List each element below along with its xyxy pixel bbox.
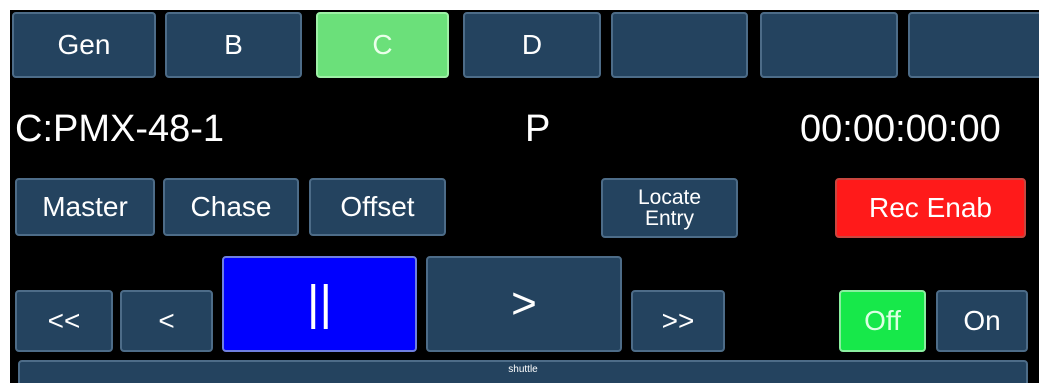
shuttle-slider[interactable]: shuttle: [18, 360, 1028, 383]
master-button[interactable]: Master: [15, 178, 155, 236]
timecode-display: 00:00:00:00: [800, 108, 1001, 150]
tab-gen[interactable]: Gen: [12, 12, 156, 78]
mode-indicator: P: [525, 108, 551, 150]
chase-button[interactable]: Chase: [163, 178, 299, 236]
on-toggle-button[interactable]: On: [936, 290, 1028, 352]
off-toggle-button[interactable]: Off: [839, 290, 926, 352]
fast-rewind-button[interactable]: <<: [15, 290, 113, 352]
tab-empty-7[interactable]: [908, 12, 1039, 78]
tab-d[interactable]: D: [463, 12, 601, 78]
locate-entry-button[interactable]: Locate Entry: [601, 178, 738, 238]
source-label: C:PMX-48-1: [15, 108, 225, 150]
locate-entry-line2: Entry: [644, 207, 694, 230]
locate-entry-line1: Locate: [637, 186, 702, 209]
rewind-button[interactable]: <: [120, 290, 213, 352]
tab-empty-6[interactable]: [760, 12, 898, 78]
pause-button[interactable]: ||: [222, 256, 417, 352]
shuttle-label: shuttle: [508, 364, 538, 375]
transport-panel: Gen B C D C:PMX-48-1 P 00:00:00:00 Maste…: [10, 10, 1039, 383]
offset-button[interactable]: Offset: [309, 178, 446, 236]
tab-c[interactable]: C: [316, 12, 449, 78]
rec-enable-button[interactable]: Rec Enab: [835, 178, 1026, 238]
tab-empty-5[interactable]: [611, 12, 748, 78]
play-button[interactable]: >: [426, 256, 622, 352]
fast-forward-button[interactable]: >>: [631, 290, 725, 352]
tab-b[interactable]: B: [165, 12, 302, 78]
